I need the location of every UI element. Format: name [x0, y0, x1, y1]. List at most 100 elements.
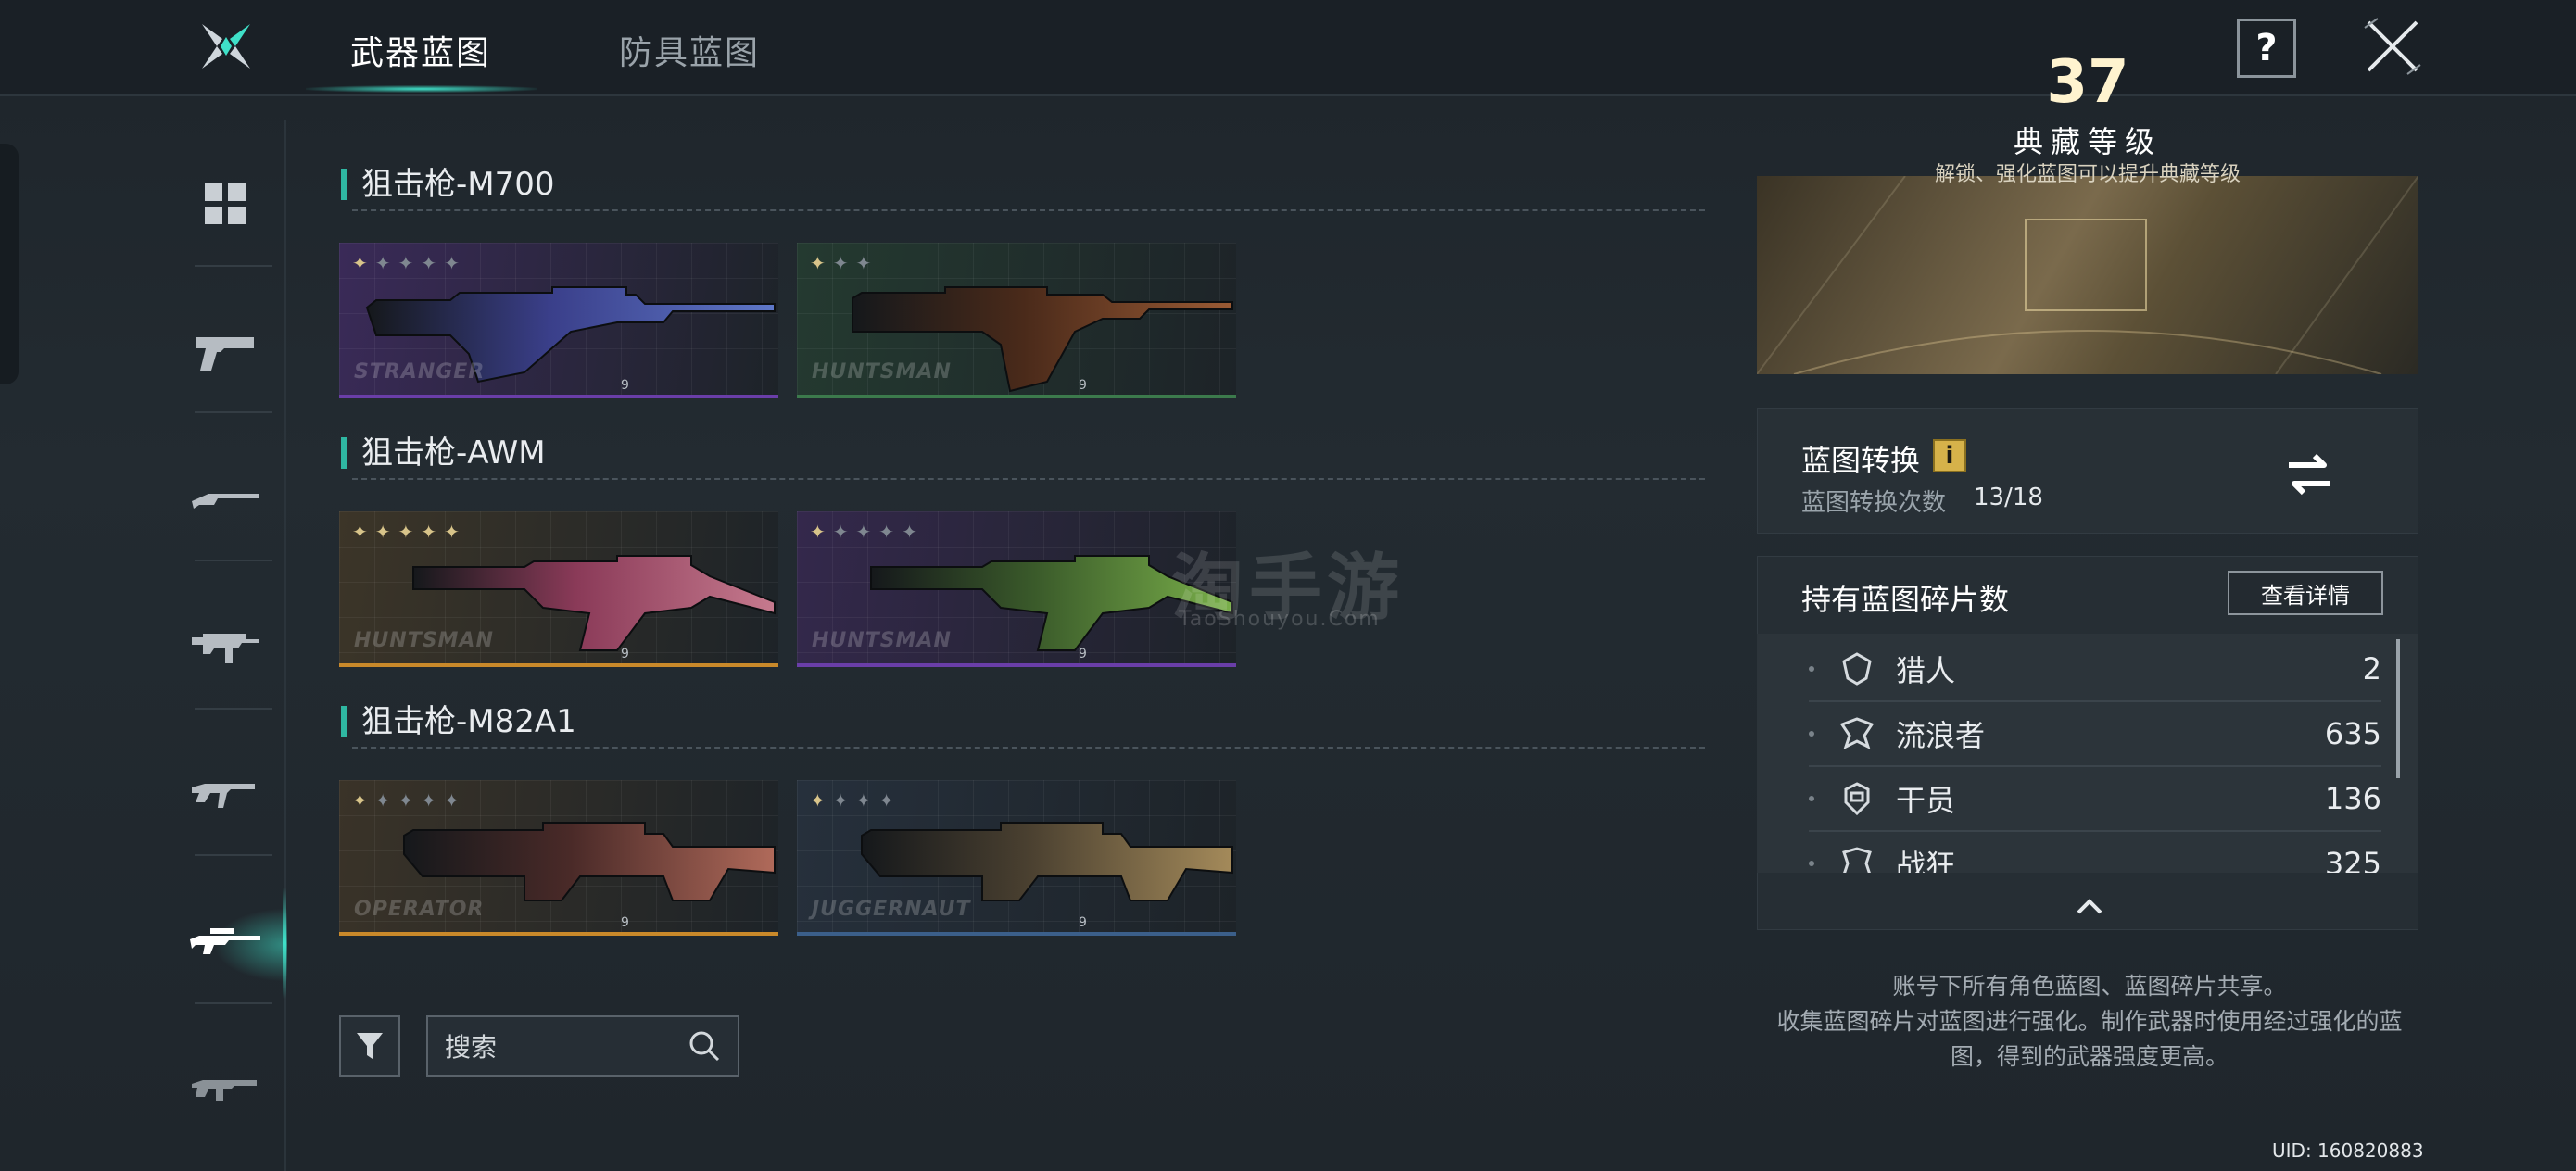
- rarity-star-icon: ✦: [878, 521, 903, 543]
- active-category-bar: [283, 888, 286, 999]
- active-tab-indicator: [306, 85, 537, 93]
- rarity-star-icon: ✦: [878, 789, 903, 812]
- skin-brand-label: HUNTSMAN: [812, 629, 952, 652]
- rarity-star-icon: ✦: [832, 789, 856, 812]
- fragment-count: 136: [2324, 781, 2381, 816]
- berserker-emblem-icon: [1842, 847, 1872, 873]
- rarity-stars: ✦✦✦✦✦: [352, 789, 467, 812]
- blueprint-card[interactable]: ✦✦✦✦✦ STRANGER 9: [339, 243, 778, 398]
- convert-count-value: 13/18: [1974, 484, 2043, 511]
- rarity-star-icon: ✦: [398, 252, 422, 274]
- search-icon[interactable]: [688, 1029, 721, 1063]
- rarity-stars: ✦✦✦✦✦: [810, 521, 925, 543]
- sidebar-item-smg[interactable]: [176, 573, 274, 721]
- info-icon[interactable]: i: [1933, 439, 1966, 472]
- level-frame: [2025, 219, 2147, 311]
- group-title-m82a1: 狙击枪-M82A1: [341, 706, 576, 737]
- sniper-icon: [190, 928, 260, 954]
- rarity-star-icon: ✦: [832, 521, 856, 543]
- blueprint-card[interactable]: ✦✦✦✦✦ HUNTSMAN 9: [797, 511, 1236, 667]
- fragment-row[interactable]: 流浪者 635: [1809, 702, 2381, 767]
- view-details-button[interactable]: 查看详情: [2228, 571, 2383, 615]
- rarity-star-icon: ✦: [902, 521, 925, 543]
- sidebar-item-pistol[interactable]: [176, 278, 274, 426]
- fragment-row[interactable]: 干员 136: [1809, 767, 2381, 832]
- rarity-star-icon: ✦: [398, 521, 422, 543]
- shotgun-icon: [192, 494, 259, 509]
- chevron-up-icon[interactable]: [2076, 897, 2103, 915]
- rarity-star-icon: ✦: [374, 521, 398, 543]
- blueprint-card[interactable]: ✦✦✦ HUNTSMAN 9: [797, 243, 1236, 398]
- group-title-m700: 狙击枪-M700: [341, 169, 555, 200]
- card-number: 9: [621, 915, 629, 930]
- rarity-stars: ✦✦✦: [810, 252, 878, 274]
- rarity-star-icon: ✦: [855, 789, 879, 812]
- side-drawer-handle[interactable]: [0, 144, 19, 384]
- blueprint-card[interactable]: ✦✦✦✦ JUGGERNAUT 9: [797, 780, 1236, 936]
- sidebar-separator: [195, 1002, 272, 1004]
- rarity-star-icon: ✦: [352, 789, 375, 812]
- fragment-name: 猎人: [1896, 653, 1956, 688]
- blueprint-card[interactable]: ✦✦✦✦✦ OPERATOR 9: [339, 780, 778, 936]
- pistol-icon: [196, 337, 254, 371]
- fragment-count: 635: [2324, 716, 2381, 751]
- lmg-icon: [192, 1080, 257, 1101]
- fragment-name: 流浪者: [1896, 718, 1986, 753]
- filter-icon: [357, 1033, 383, 1059]
- scrollbar[interactable]: [2396, 639, 2400, 778]
- sidebar-divider: [284, 120, 286, 1171]
- rarity-star-icon: ✦: [810, 789, 833, 812]
- bullet-dot: [1809, 731, 1814, 737]
- rarity-star-icon: ✦: [444, 789, 467, 812]
- card-number: 9: [1079, 647, 1087, 661]
- bullet-dot: [1809, 796, 1814, 801]
- bullet-dot: [1809, 666, 1814, 672]
- fragment-row[interactable]: 猎人 2: [1809, 637, 2381, 702]
- rarity-star-icon: ✦: [352, 252, 375, 274]
- rarity-star-icon: ✦: [352, 521, 375, 543]
- tab-armor-blueprint[interactable]: 防具蓝图: [619, 26, 760, 74]
- collection-level-number: 37: [2046, 48, 2129, 117]
- sidebar-separator: [195, 854, 272, 856]
- rifle-icon: [192, 784, 255, 808]
- rarity-star-icon: ✦: [855, 521, 879, 543]
- rarity-star-icon: ✦: [810, 252, 833, 274]
- rarity-stars: ✦✦✦✦✦: [352, 521, 467, 543]
- rarity-star-icon: ✦: [444, 521, 467, 543]
- blueprint-card[interactable]: ✦✦✦✦✦ HUNTSMAN 9: [339, 511, 778, 667]
- swap-icon[interactable]: [2281, 448, 2337, 500]
- rarity-star-icon: ✦: [398, 789, 422, 812]
- fragments-list[interactable]: 猎人 2 流浪者 635 干员 136 战狂 325: [1757, 634, 2418, 873]
- bullet-dot: [1809, 861, 1814, 866]
- card-number: 9: [1079, 378, 1087, 393]
- search-input[interactable]: 搜索: [426, 1015, 739, 1077]
- note-line: 收集蓝图碎片对蓝图进行强化。制作武器时使用经过强化的蓝: [1776, 1008, 2403, 1035]
- fragments-title: 持有蓝图碎片数: [1801, 582, 2010, 617]
- group-divider: [352, 209, 1705, 211]
- skin-brand-label: JUGGERNAUT: [812, 898, 971, 921]
- search-placeholder: 搜索: [445, 1032, 498, 1063]
- sidebar-item-rifle[interactable]: [176, 721, 274, 869]
- card-number: 9: [1079, 915, 1087, 930]
- sidebar-separator: [195, 708, 272, 710]
- tab-weapon-blueprint[interactable]: 武器蓝图: [350, 26, 491, 74]
- skin-brand-label: OPERATOR: [354, 898, 485, 921]
- rarity-stars: ✦✦✦✦: [810, 789, 902, 812]
- sidebar-item-lmg[interactable]: [176, 1017, 274, 1165]
- rarity-star-icon: ✦: [421, 252, 445, 274]
- rarity-star-icon: ✦: [855, 252, 879, 274]
- sidebar-separator: [195, 265, 272, 267]
- fragment-row[interactable]: 战狂 325: [1809, 832, 2381, 873]
- sidebar-item-all[interactable]: [176, 130, 274, 278]
- rarity-star-icon: ✦: [421, 789, 445, 812]
- game-logo-icon: [198, 19, 254, 74]
- sidebar-item-shotgun[interactable]: [176, 424, 274, 573]
- skin-brand-label: HUNTSMAN: [354, 629, 494, 652]
- group-divider: [352, 747, 1705, 749]
- collection-level-title: 典藏等级: [2013, 124, 2162, 159]
- agent-emblem-icon: [1844, 782, 1870, 816]
- note-line: 账号下所有角色蓝图、蓝图碎片共享。: [1892, 973, 2287, 1000]
- fragment-count: 2: [2362, 651, 2381, 686]
- filter-button[interactable]: [339, 1015, 400, 1077]
- sidebar-item-sniper[interactable]: [176, 869, 274, 1017]
